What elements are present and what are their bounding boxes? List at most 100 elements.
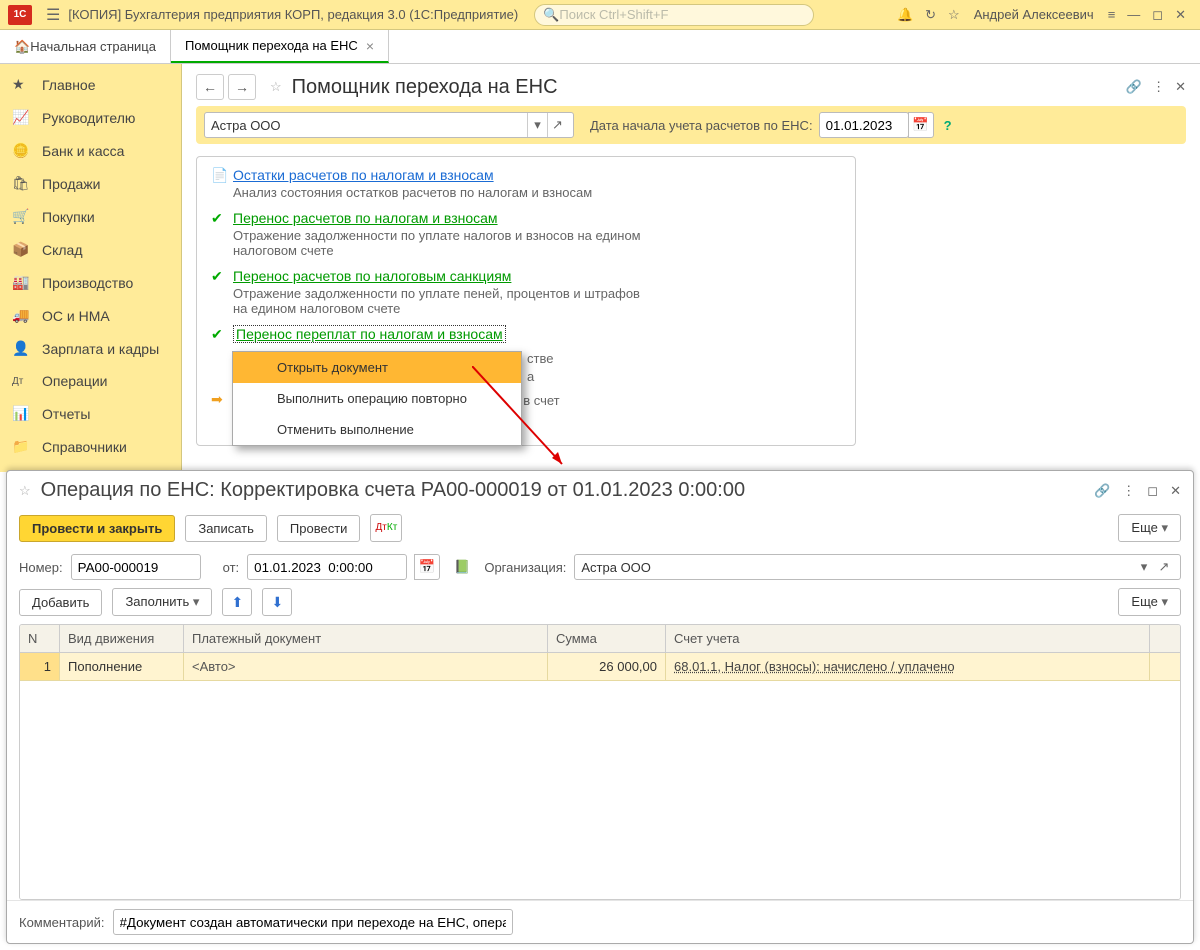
star-icon[interactable]: ☆ [948, 7, 960, 23]
grid-row[interactable]: 1 Пополнение <Авто> 26 000,00 68.01.1, Н… [20, 653, 1180, 681]
close-panel-icon[interactable]: ✕ [1175, 79, 1186, 95]
link-icon[interactable]: 🔗 [1094, 483, 1110, 499]
doc-footer: Комментарий: [7, 900, 1193, 943]
more-button[interactable]: Еще [1118, 514, 1181, 542]
date-input[interactable] [247, 554, 407, 580]
bell-icon[interactable]: 🔔 [897, 7, 913, 23]
maximize-icon[interactable]: ◻ [1152, 7, 1163, 23]
more-button-2[interactable]: Еще [1118, 588, 1181, 616]
calendar-button[interactable]: 📅 [908, 112, 934, 138]
nav-forward-button[interactable]: → [228, 74, 256, 100]
truck-icon: 🚚 [12, 307, 32, 324]
grid: N Вид движения Платежный документ Сумма … [19, 624, 1181, 900]
sidebar-item-production[interactable]: 🏭Производство [0, 266, 181, 299]
maximize-icon[interactable]: ◻ [1147, 483, 1158, 499]
arrow-right-icon: ➡ [211, 391, 233, 425]
minimize-icon[interactable]: — [1127, 7, 1140, 22]
global-search[interactable]: 🔍 Поиск Ctrl+Shift+F [534, 4, 814, 26]
cell-extra [1150, 653, 1180, 680]
write-button[interactable]: Записать [185, 515, 267, 542]
bag-icon: 🛍 [12, 175, 32, 192]
sidebar-item-payroll[interactable]: 👤Зарплата и кадры [0, 332, 181, 365]
open-ref-icon[interactable]: ↗ [1154, 559, 1174, 575]
sidebar-item-manager[interactable]: 📈Руководителю [0, 101, 181, 134]
calendar-button[interactable]: 📅 [414, 554, 440, 580]
grid-body[interactable] [20, 681, 1180, 899]
step-link[interactable]: Остатки расчетов по налогам и взносам [233, 167, 494, 183]
sidebar-item-bank[interactable]: 🪙 Банк и касса [0, 134, 181, 167]
move-down-button[interactable]: ⬇ [262, 588, 292, 616]
post-button[interactable]: Провести [277, 515, 361, 542]
user-name[interactable]: Андрей Алексеевич [974, 7, 1094, 22]
sidebar-item-catalogs[interactable]: 📁Справочники [0, 430, 181, 463]
col-n[interactable]: N [20, 625, 60, 652]
favorite-star-icon[interactable]: ☆ [270, 79, 282, 95]
date-input[interactable] [819, 112, 909, 138]
ctx-cancel-execution[interactable]: Отменить выполнение [233, 414, 521, 445]
coin-icon: 🪙 [12, 142, 32, 159]
app-title: [КОПИЯ] Бухгалтерия предприятия КОРП, ре… [68, 7, 518, 22]
open-tabs: 🏠 Начальная страница Помощник перехода н… [0, 30, 1200, 64]
num-input[interactable] [71, 554, 201, 580]
boxes-icon: 📦 [12, 241, 32, 258]
history-icon[interactable]: ↻ [925, 7, 936, 23]
search-icon: 🔍 [543, 7, 559, 23]
move-up-button[interactable]: ⬆ [222, 588, 252, 616]
doc-icon: 📄 [211, 167, 233, 200]
col-payment-doc[interactable]: Платежный документ [184, 625, 548, 652]
tab-ens-helper[interactable]: Помощник перехода на ЕНС × [171, 30, 389, 63]
sidebar-item-sales[interactable]: 🛍 Продажи [0, 167, 181, 200]
sidebar-item-label: Банк и касса [42, 143, 124, 159]
sidebar-item-reports[interactable]: 📊Отчеты [0, 397, 181, 430]
chevron-down-icon[interactable]: ▾ [1134, 559, 1154, 575]
add-row-button[interactable]: Добавить [19, 589, 102, 616]
kebab-icon[interactable]: ⋮ [1152, 79, 1165, 95]
step-link[interactable]: Перенос расчетов по налоговым санкциям [233, 268, 511, 284]
account-link[interactable]: 68.01.1, Налог (взносы): начислено / упл… [674, 659, 955, 674]
list-icon[interactable]: 📗 [454, 559, 470, 575]
sidebar-item-stock[interactable]: 📦 Склад [0, 233, 181, 266]
col-account[interactable]: Счет учета [666, 625, 1150, 652]
dtkt-movements-button[interactable]: ДтКт [370, 514, 402, 542]
step-item: ✔ Перенос расчетов по налогам и взносам … [211, 210, 841, 258]
link-icon[interactable]: 🔗 [1126, 79, 1142, 95]
org-combo[interactable]: Астра ООО ▾ ↗ [574, 554, 1181, 580]
step-link[interactable]: Перенос расчетов по налогам и взносам [233, 210, 498, 226]
col-movement[interactable]: Вид движения [60, 625, 184, 652]
favorite-star-icon[interactable]: ☆ [19, 483, 31, 499]
factory-icon: 🏭 [12, 274, 32, 291]
masked-text: стве [527, 351, 553, 366]
kebab-icon[interactable]: ⋮ [1122, 483, 1135, 499]
open-ref-icon[interactable]: ↗ [547, 113, 567, 137]
sidebar-item-label: Продажи [42, 176, 100, 192]
tab-close-icon[interactable]: × [366, 38, 374, 54]
chevron-down-icon[interactable]: ▾ [527, 113, 547, 137]
sidebar-item-label: Склад [42, 242, 83, 258]
help-icon[interactable]: ? [944, 118, 952, 133]
settings-icon[interactable]: ≡ [1108, 7, 1116, 22]
close-window-icon[interactable]: ✕ [1175, 7, 1186, 23]
burger-icon[interactable]: ☰ [46, 5, 60, 25]
comment-input[interactable] [113, 909, 513, 935]
sidebar-item-main[interactable]: ★Главное [0, 68, 181, 101]
context-menu: Открыть документ Выполнить операцию повт… [232, 351, 522, 446]
sidebar-item-assets[interactable]: 🚚ОС и НМА [0, 299, 181, 332]
doc-fields: Номер: от: 📅 📗 Организация: Астра ООО ▾ … [7, 552, 1193, 588]
step-item: 📄 Остатки расчетов по налогам и взносам … [211, 167, 841, 200]
step-item-selected: ✔ Перенос переплат по налогам и взносам [211, 326, 841, 343]
sidebar-item-operations[interactable]: ДтОперации [0, 365, 181, 397]
cart-icon: 🛒 [12, 208, 32, 225]
step-link[interactable]: Перенос переплат по налогам и взносам [233, 325, 506, 343]
nav-back-button[interactable]: ← [196, 74, 224, 100]
report-icon: 📊 [12, 405, 32, 422]
col-sum[interactable]: Сумма [548, 625, 666, 652]
sidebar-item-purchases[interactable]: 🛒Покупки [0, 200, 181, 233]
post-and-close-button[interactable]: Провести и закрыть [19, 515, 175, 542]
close-doc-icon[interactable]: ✕ [1170, 483, 1181, 499]
tab-home[interactable]: 🏠 Начальная страница [0, 30, 171, 63]
doc-toolbar: Провести и закрыть Записать Провести ДтК… [7, 510, 1193, 552]
ctx-rerun-operation[interactable]: Выполнить операцию повторно [233, 383, 521, 414]
ctx-open-document[interactable]: Открыть документ [233, 352, 521, 383]
org-selector[interactable]: Астра ООО ▾ ↗ [204, 112, 574, 138]
fill-button[interactable]: Заполнить [112, 588, 212, 616]
